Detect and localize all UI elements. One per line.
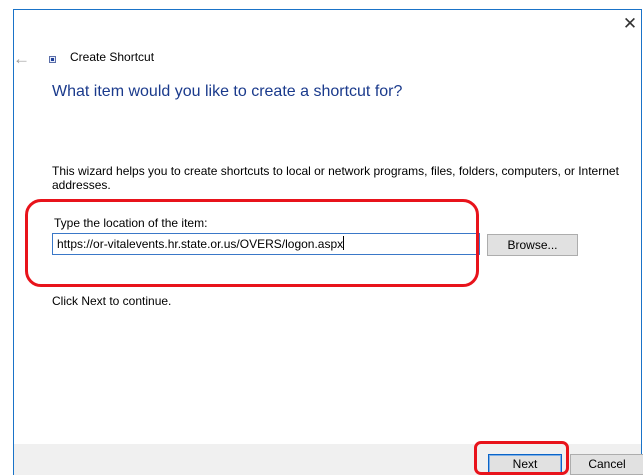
browse-button[interactable]: Browse...	[487, 234, 578, 256]
cancel-button[interactable]: Cancel	[570, 454, 643, 475]
next-highlight-annotation	[474, 441, 569, 475]
dialog-title: Create Shortcut	[70, 50, 155, 64]
shortcut-wizard-icon	[49, 56, 56, 63]
continue-hint: Click Next to continue.	[52, 294, 172, 308]
close-icon[interactable]: ✕	[622, 15, 638, 33]
location-highlight-annotation	[25, 199, 479, 287]
wizard-description: This wizard helps you to create shortcut…	[52, 164, 619, 192]
page-heading: What item would you like to create a sho…	[52, 83, 403, 100]
back-arrow-icon[interactable]: ←	[13, 50, 30, 67]
